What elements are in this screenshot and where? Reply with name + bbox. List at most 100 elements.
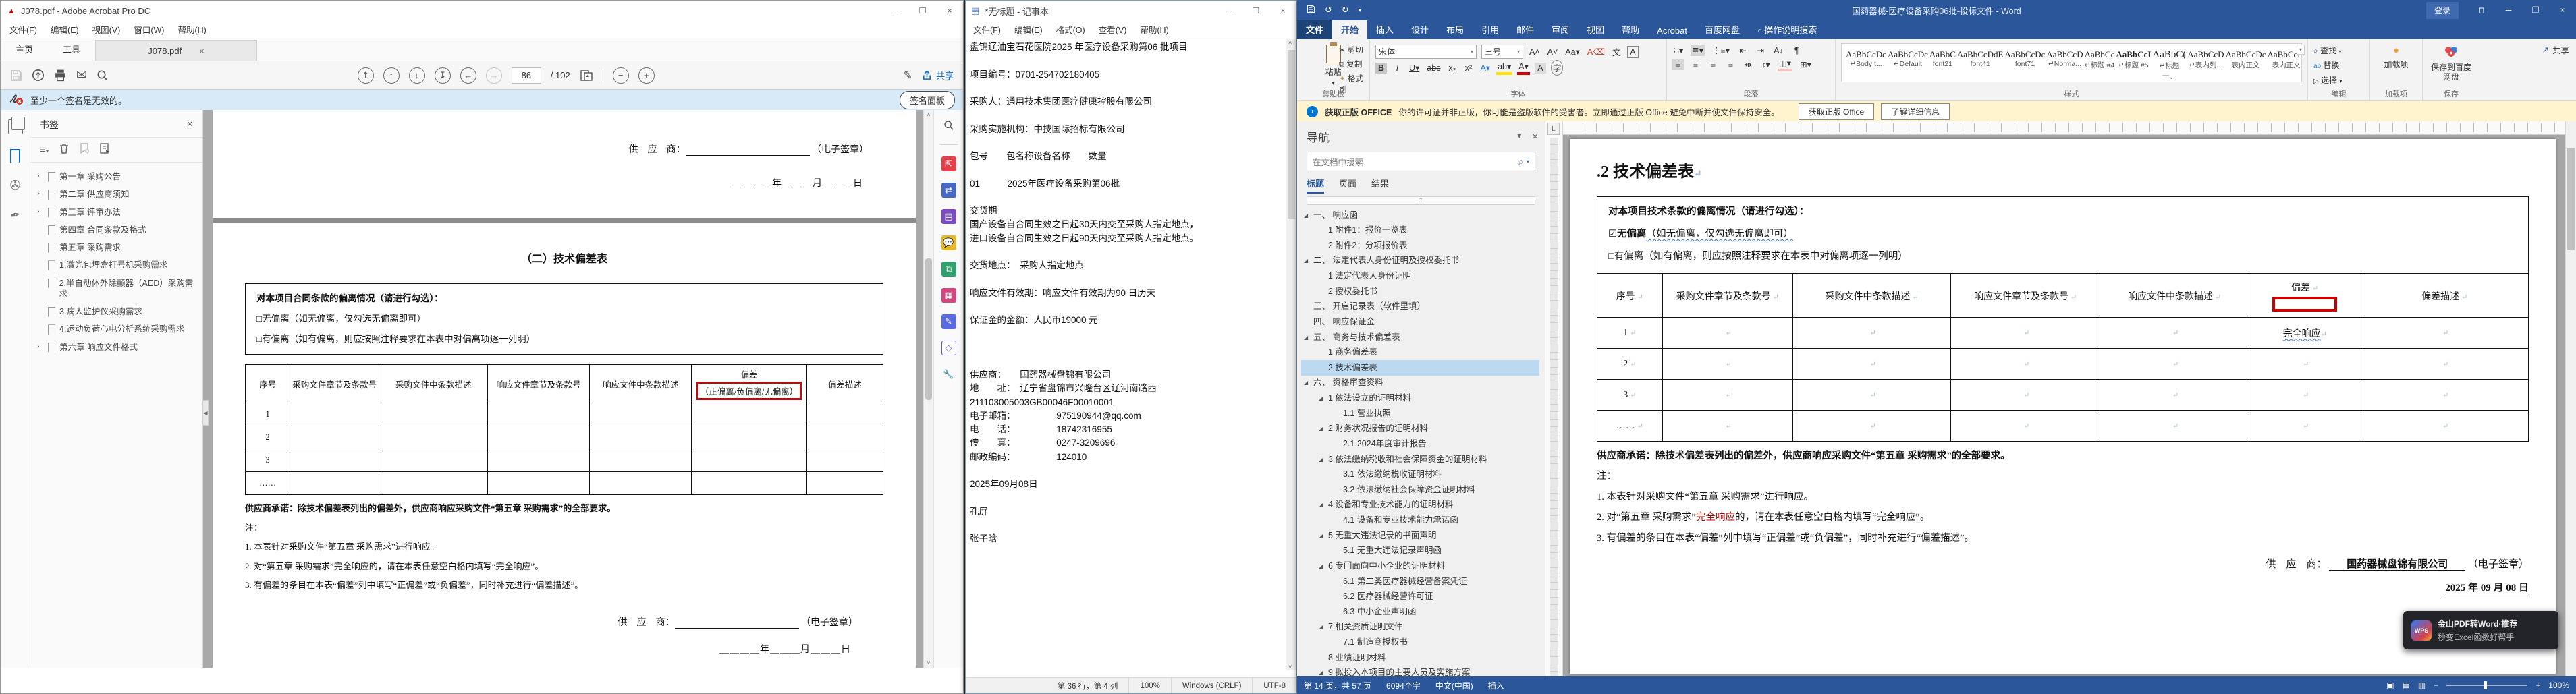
- delete-bookmark-icon[interactable]: [59, 143, 69, 156]
- nav-item[interactable]: ◢ 7 相关资质证明文件: [1301, 620, 1539, 635]
- print-layout-icon[interactable]: ▤: [2403, 681, 2410, 690]
- tab-insert[interactable]: 插入: [1367, 20, 1402, 39]
- signature-panel-button[interactable]: 签名面板: [899, 90, 955, 109]
- close-panel-icon[interactable]: ×: [187, 119, 193, 131]
- nav-item-selected[interactable]: 2 技术偏差表: [1301, 360, 1539, 376]
- fill-sign-icon[interactable]: ✎: [941, 314, 956, 329]
- tab-view[interactable]: 视图: [1578, 20, 1613, 39]
- share-button[interactable]: ↗ 共享: [2542, 43, 2570, 56]
- nav-item[interactable]: 1.1 营业执照: [1301, 406, 1539, 422]
- page-indicator[interactable]: 第 14 页，共 57 页: [1304, 680, 1371, 691]
- save-to-baidu-button[interactable]: 保存到百度网盘: [2428, 43, 2474, 84]
- scroll-down-icon[interactable]: ˅: [924, 660, 933, 666]
- strikethrough-button[interactable]: abc: [1425, 63, 1442, 74]
- previous-page-button[interactable]: ↑: [383, 67, 400, 84]
- bookmark-item[interactable]: 2.半自动体外除颤器（AED）采购需求: [33, 274, 200, 303]
- nav-tab-headings[interactable]: 标题: [1307, 177, 1325, 194]
- organize-pages-icon[interactable]: ▦: [941, 288, 956, 303]
- close-button[interactable]: ×: [1269, 1, 1296, 21]
- select-button[interactable]: ▷ 选择 ▾: [2313, 74, 2364, 86]
- minimize-button[interactable]: ─: [1215, 1, 1242, 21]
- search-icon[interactable]: ⌕: [1518, 156, 1524, 167]
- tab-document[interactable]: J078.pdf ×: [95, 40, 258, 61]
- customize-qat-icon[interactable]: ▾: [1359, 7, 1362, 14]
- distribute-button[interactable]: ⇹: [1743, 59, 1754, 70]
- menu-file[interactable]: 文件(F): [967, 20, 1007, 38]
- upload-icon[interactable]: [32, 69, 45, 82]
- checked-checkbox-icon[interactable]: ☑: [1608, 229, 1617, 239]
- style-item[interactable]: AaBbC font21: [1929, 47, 1956, 79]
- collapse-panel-handle[interactable]: ◀: [202, 400, 209, 426]
- style-item[interactable]: AaBbCcD ↵Norma...: [2046, 47, 2083, 79]
- increase-indent-button[interactable]: ⇥: [1755, 45, 1766, 56]
- save-icon[interactable]: [1307, 5, 1315, 16]
- menu-view[interactable]: 视图(V): [86, 20, 127, 38]
- ribbon-display-options-icon[interactable]: ⊓: [2468, 5, 2495, 15]
- protect-icon[interactable]: ◇: [941, 341, 956, 355]
- word-count[interactable]: 6094个字: [1386, 680, 1421, 691]
- maximize-button[interactable]: ❐: [1242, 1, 1269, 21]
- enclose-characters-button[interactable]: 字: [1550, 60, 1564, 76]
- last-page-button[interactable]: ↧: [434, 67, 451, 84]
- page-thumbnails-icon[interactable]: [7, 117, 25, 134]
- paste-dropdown-icon[interactable]: ▾: [1332, 80, 1334, 86]
- underline-button[interactable]: U▾: [1408, 62, 1421, 74]
- scroll-up-icon[interactable]: ˄: [924, 111, 933, 118]
- tab-review[interactable]: 审阅: [1543, 20, 1578, 39]
- multilevel-list-button[interactable]: ⋮≡▾: [1711, 45, 1731, 56]
- decrease-indent-button[interactable]: ⇤: [1737, 45, 1749, 56]
- change-case-button[interactable]: Aa▾: [1564, 46, 1581, 57]
- style-item[interactable]: AaBbCcDc font71: [2004, 47, 2045, 79]
- scrollbar-thumb[interactable]: [2567, 148, 2575, 250]
- tab-mailings[interactable]: 邮件: [1508, 20, 1543, 39]
- share-button[interactable]: 共享: [922, 69, 954, 82]
- nav-item[interactable]: ◢ 二、 法定代表人身份证明及授权委托书: [1301, 254, 1539, 269]
- align-center-button[interactable]: ≡: [1690, 59, 1701, 70]
- bookmark-item[interactable]: 第四章 合同条款及格式: [33, 221, 200, 239]
- word-titlebar[interactable]: ↺ ↻ ▾ 国药器械-医疗设备采购06批-投标文件 - Word 登录 ⊓ ─ …: [1297, 0, 2576, 20]
- style-item[interactable]: AaBbCc ↵标题 #4: [2085, 47, 2115, 79]
- expand-arrow-icon[interactable]: ›: [37, 207, 44, 216]
- page-number-input[interactable]: 86: [511, 67, 541, 84]
- menu-file[interactable]: 文件(F): [3, 20, 43, 38]
- nav-item[interactable]: 三、 开启记录表（软件里填）: [1301, 299, 1539, 315]
- nav-close-icon[interactable]: ×: [1532, 131, 1538, 142]
- restore-button[interactable]: ❐: [2522, 5, 2549, 15]
- zoom-out-button[interactable]: −: [612, 67, 629, 84]
- justify-button[interactable]: ≡: [1725, 59, 1736, 70]
- nav-item[interactable]: 4.1 设备和专业技术能力承诺函: [1301, 513, 1539, 529]
- nav-item[interactable]: 8 业绩证明材料: [1301, 650, 1539, 666]
- learn-more-button[interactable]: 了解详细信息: [1881, 103, 1950, 120]
- bookmark-item[interactable]: 第五章 采购需求: [33, 239, 200, 256]
- minimize-button[interactable]: ─: [2495, 5, 2522, 15]
- checkbox-no-deviation[interactable]: ☑无偏离（如无偏离，仅勾选无偏离即可）: [1608, 226, 2517, 240]
- style-item[interactable]: AaBbC(↵标题一、: [2152, 47, 2186, 80]
- comment-icon[interactable]: 💬: [941, 235, 956, 250]
- tab-layout[interactable]: 布局: [1437, 20, 1473, 39]
- nav-item[interactable]: ◢ 2 财务状况报告的证明材料: [1301, 422, 1539, 437]
- undo-icon[interactable]: ↺: [1325, 5, 1332, 16]
- create-pdf-icon[interactable]: ⇄: [941, 183, 956, 198]
- align-left-button[interactable]: ≡: [1672, 59, 1684, 70]
- word-document-area[interactable]: .2 技术偏差表↵ 对本项目技术条款的偏离情况（请进行勾选）： ☑无偏离（如无偏…: [1563, 121, 2576, 676]
- nav-item[interactable]: ◢ 9 拟投入本项目的主要人员及实施方案: [1301, 666, 1539, 676]
- clear-formatting-button[interactable]: A⌫: [1586, 46, 1606, 57]
- new-bookmark-icon[interactable]: [80, 143, 90, 156]
- nav-item[interactable]: 3.2 依法缴纳社会保障资金证明材料: [1301, 482, 1539, 498]
- nav-item[interactable]: 1 商务偏差表: [1301, 345, 1539, 361]
- pdf-vertical-scrollbar[interactable]: ˄ ˅: [923, 110, 933, 668]
- character-shading-button[interactable]: A: [1534, 62, 1546, 74]
- nav-tab-results[interactable]: 结果: [1371, 177, 1389, 194]
- shading-button[interactable]: ◫▾: [1778, 57, 1793, 71]
- bookmark-item[interactable]: › 第六章 响应文件格式: [33, 339, 200, 356]
- tab-tools[interactable]: 工具: [48, 37, 95, 61]
- search-dropdown-icon[interactable]: ▾: [1527, 158, 1529, 165]
- comment-pencil-icon[interactable]: ✎: [904, 69, 912, 82]
- search-icon[interactable]: [97, 69, 109, 82]
- expand-arrow-icon[interactable]: ›: [37, 342, 44, 351]
- numbering-button[interactable]: ≣▾: [1691, 45, 1705, 56]
- replace-button[interactable]: ab 替换: [2313, 59, 2364, 71]
- previous-view-button[interactable]: ←: [460, 67, 476, 84]
- menu-help[interactable]: 帮助(H): [171, 20, 212, 38]
- export-pdf-icon[interactable]: ⇱: [941, 156, 956, 171]
